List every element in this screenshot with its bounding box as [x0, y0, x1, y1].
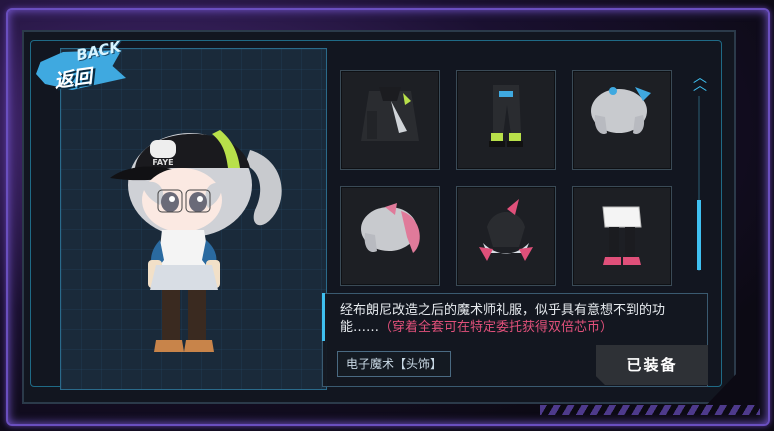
item-slot-pants[interactable]	[456, 70, 556, 170]
item-category-tag: 电子魔术【头饰】	[337, 351, 452, 377]
item-slot-hair-gray[interactable]	[572, 70, 672, 170]
decorative-stripes	[540, 405, 760, 415]
scroll-up-icon[interactable]: ︿ ︿	[692, 71, 708, 93]
item-grid	[340, 70, 685, 296]
item-slot-boots[interactable]	[572, 186, 672, 286]
description-hint: （穿着全套可在特定委托获得双倍芯币）	[379, 320, 614, 335]
item-slot-hair-pink[interactable]	[340, 186, 440, 286]
back-button[interactable]: BACK 返回	[36, 37, 136, 100]
equipped-button[interactable]: 已装备	[596, 345, 708, 385]
hair-gray-icon	[591, 87, 651, 135]
boots-icon	[602, 206, 642, 265]
item-slot-jacket[interactable]	[340, 70, 440, 170]
hair-pink-icon	[361, 203, 420, 253]
scrollbar-thumb[interactable]	[697, 200, 701, 270]
description-accent	[322, 293, 325, 341]
jacket-icon	[361, 87, 419, 141]
item-slot-headpiece[interactable]	[456, 186, 556, 286]
description-text: 经布朗尼改造之后的魔术师礼服，似乎具有意想不到的功能……（穿着全套可在特定委托获…	[340, 302, 695, 336]
character-figure: FAYE	[110, 130, 282, 352]
back-label-cn: 返回	[52, 65, 94, 93]
cap-text: FAYE	[152, 158, 173, 167]
headpiece-icon	[479, 199, 533, 261]
pants-icon	[489, 85, 523, 147]
